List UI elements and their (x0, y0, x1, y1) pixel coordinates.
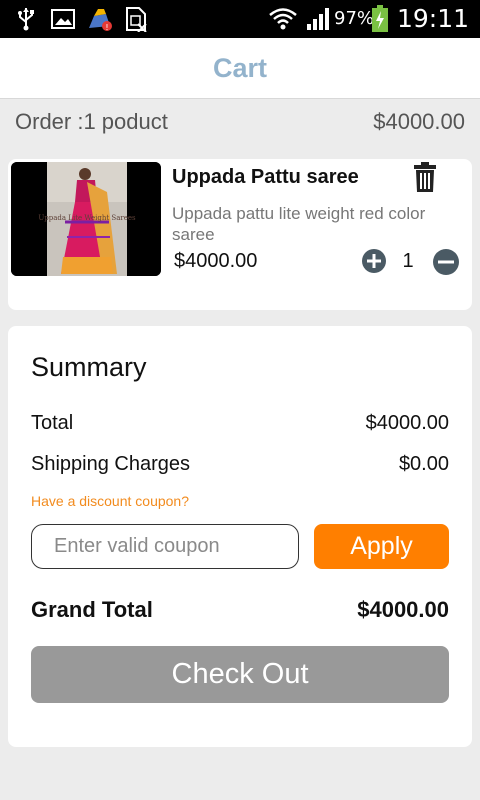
wifi-icon (268, 6, 298, 32)
battery-percent: 97% (334, 8, 375, 29)
product-description: Uppada pattu lite weight red color saree (172, 204, 426, 244)
trash-icon (414, 162, 436, 192)
summary-title: Summary (31, 352, 147, 382)
delete-item-button[interactable] (412, 161, 438, 193)
product-image[interactable]: Uppada Lite Weight Sarees (11, 162, 161, 276)
grand-total-value: $4000.00 (357, 597, 449, 622)
shipping-value: $0.00 (398, 453, 449, 475)
apply-coupon-button[interactable]: Apply (314, 524, 449, 569)
clock: 19:11 (397, 4, 470, 33)
shipping-label: Shipping Charges (31, 453, 190, 475)
plus-circle-icon (362, 249, 386, 273)
total-label: Total (31, 412, 74, 434)
total-value: $4000.00 (365, 412, 449, 434)
page-title: Cart (212, 53, 267, 83)
order-total: $4000.00 (373, 109, 465, 134)
order-count-label: Order :1 poduct (15, 109, 168, 134)
quantity-value: 1 (402, 250, 414, 272)
coupon-input[interactable] (31, 524, 299, 569)
discount-coupon-link[interactable]: Have a discount coupon? (31, 493, 189, 509)
battery-charging-icon (370, 5, 390, 32)
summary-card: Summary Total $4000.00 Shipping Charges … (8, 326, 472, 747)
app-bar: Cart (0, 38, 480, 99)
product-name: Uppada Pattu saree (172, 166, 359, 188)
cart-item-card: Uppada Lite Weight Sarees Uppada Pattu s… (8, 159, 472, 310)
checkout-button[interactable]: Check Out (31, 646, 449, 703)
signal-icon (305, 6, 333, 32)
gallery-icon (50, 6, 76, 32)
product-image-caption: Uppada Lite Weight Sarees (38, 214, 136, 222)
sim-card-icon (124, 6, 148, 32)
status-bar: ! 97% 19:11 (0, 0, 480, 38)
cleaner-app-icon: ! (86, 6, 114, 32)
minus-circle-icon (433, 249, 459, 275)
product-price: $4000.00 (174, 250, 258, 272)
svg-text:!: ! (105, 23, 108, 32)
usb-icon (16, 6, 36, 32)
quantity-increase-button[interactable] (361, 248, 387, 274)
grand-total-label: Grand Total (31, 597, 153, 622)
quantity-decrease-button[interactable] (432, 248, 460, 276)
order-summary-row: Order :1 poduct $4000.00 (0, 100, 480, 144)
